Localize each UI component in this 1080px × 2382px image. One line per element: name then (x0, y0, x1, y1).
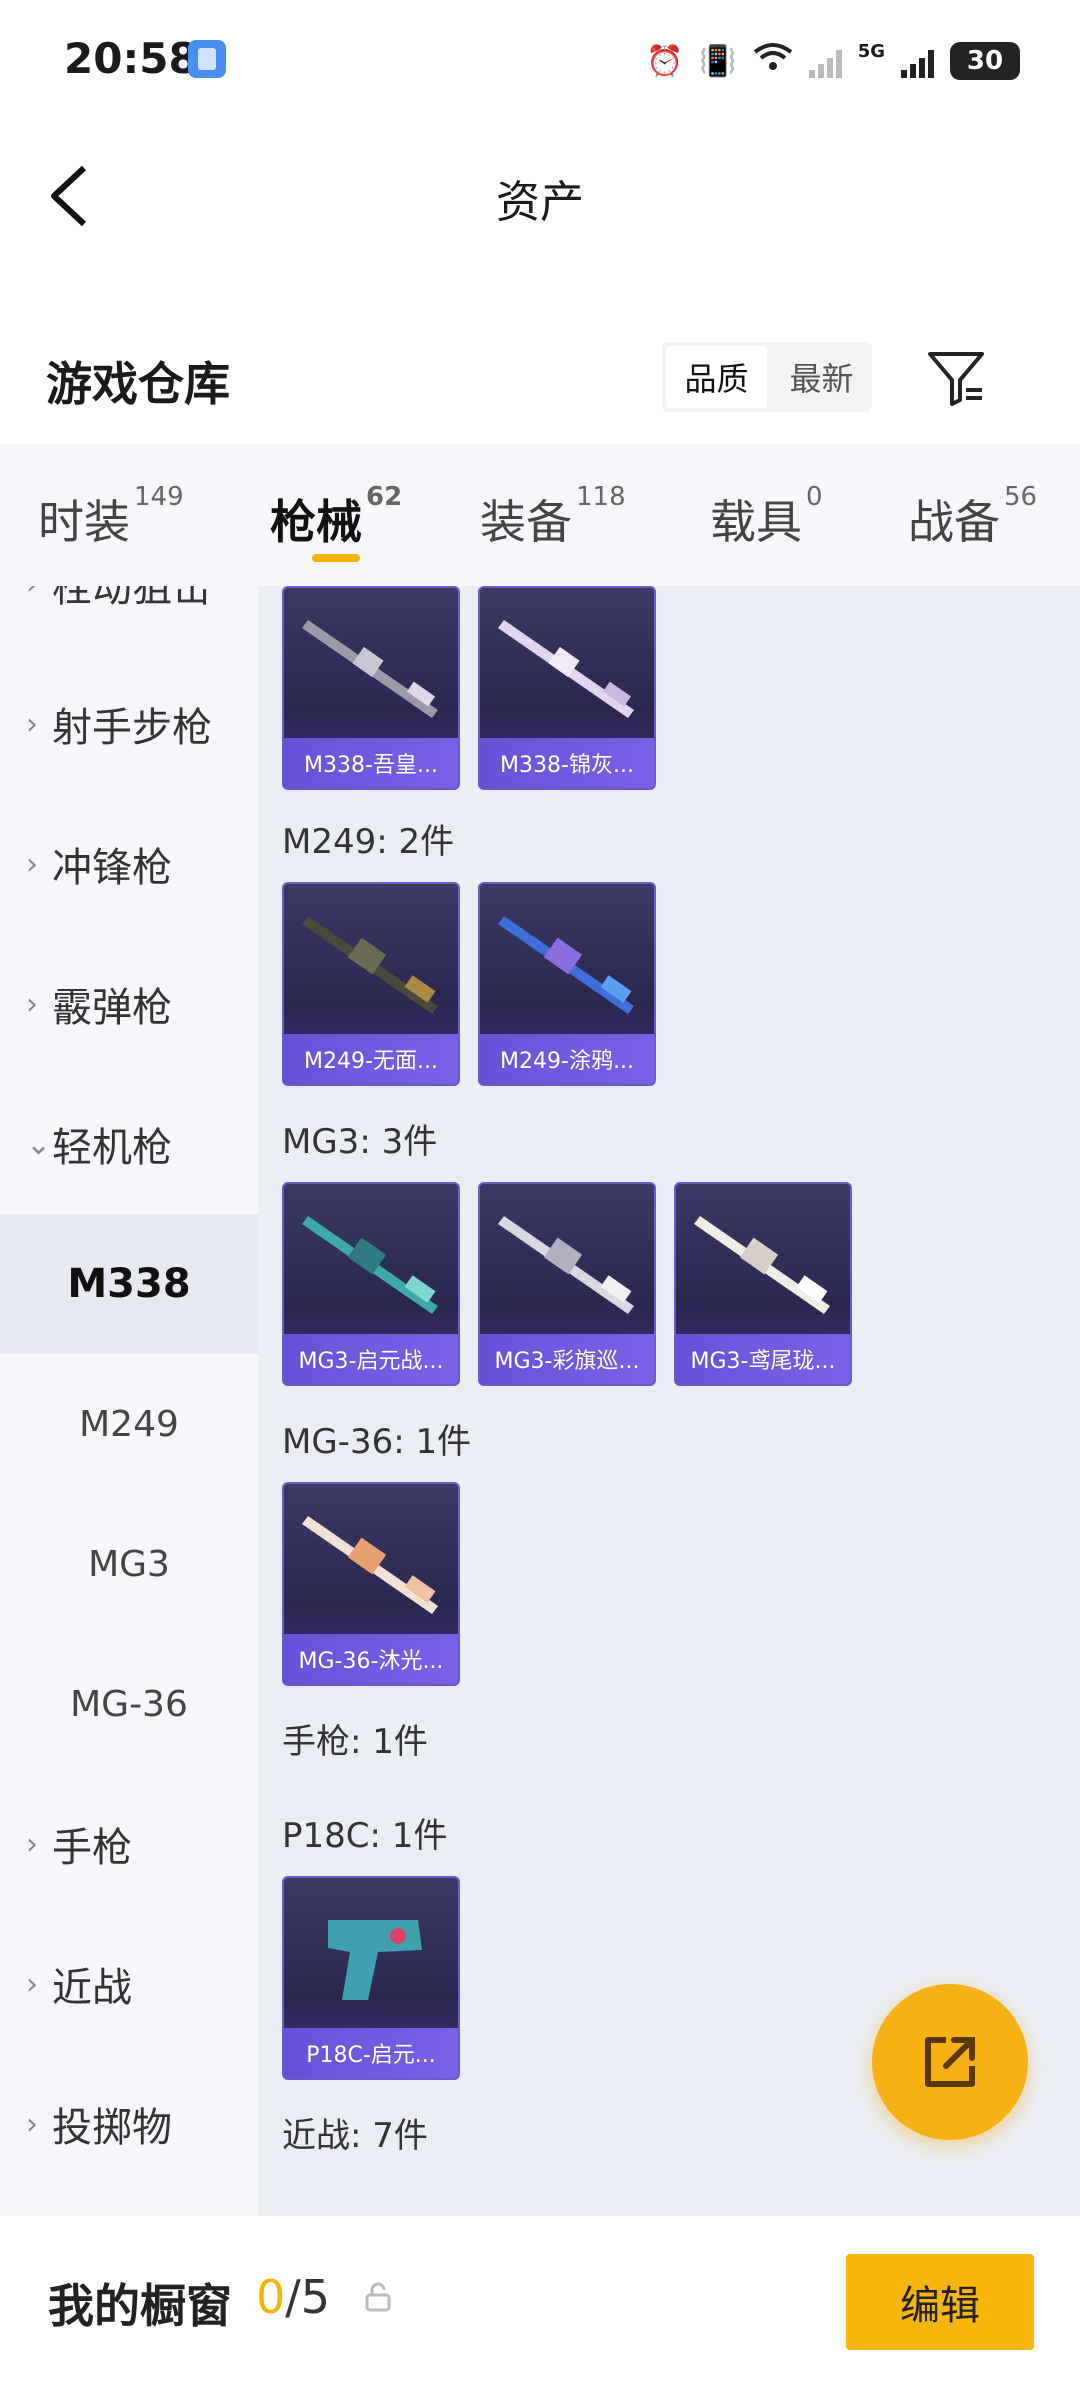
page-title: 资产 (496, 177, 584, 228)
tab-vehicles[interactable]: 载具 0 (710, 482, 823, 552)
sidebar-item-smg[interactable]: › 冲锋枪 (0, 794, 258, 934)
nav-bar: 资产 (0, 140, 1080, 250)
tab-supplies[interactable]: 战备 56 (908, 482, 1037, 552)
weapon-image-icon (694, 1216, 830, 1314)
sidebar-item-marksman[interactable]: › 射手步枪 (0, 654, 258, 794)
signal-2-icon (901, 44, 934, 78)
chevron-right-icon: › (26, 846, 38, 882)
chevron-right-icon: › (26, 986, 38, 1022)
group-label-mg36: MG-36: 1件 (282, 1422, 472, 1462)
weapon-image-icon (302, 1516, 438, 1614)
vibrate-icon: 📳 (699, 43, 737, 79)
sidebar-subitem-mg36[interactable]: MG-36 (0, 1634, 258, 1774)
app-notification-icon (188, 40, 226, 78)
weapon-image-icon (498, 1216, 634, 1314)
sidebar-item-shotgun[interactable]: › 霰弹枪 (0, 934, 258, 1074)
tab-equipment[interactable]: 装备 118 (480, 482, 626, 552)
sidebar-item-pistol[interactable]: › 手枪 (0, 1774, 258, 1914)
sidebar-item-melee[interactable]: › 近战 (0, 1914, 258, 2054)
weapon-card[interactable]: MG3-启元战... (282, 1182, 460, 1386)
weapon-image-icon (498, 620, 634, 718)
weapon-image-icon (328, 1920, 422, 2000)
external-link-icon (925, 2037, 975, 2087)
weapon-card[interactable]: M249-无面... (282, 882, 460, 1086)
category-tabs: 时装 149 枪械 62 装备 118 载具 0 战备 56 (0, 444, 1080, 586)
weapon-card[interactable]: M249-涂鸦... (478, 882, 656, 1086)
weapon-card[interactable]: MG-36-沐光... (282, 1482, 460, 1686)
group-label-melee: 近战: 7件 (282, 2116, 428, 2156)
sidebar-subitem-m338[interactable]: M338 (0, 1214, 258, 1354)
active-tab-indicator (312, 554, 360, 562)
filter-icon (928, 352, 984, 406)
sort-quality-button[interactable]: 品质 (666, 346, 767, 408)
chevron-down-icon: ⌄ (26, 1126, 52, 1162)
sidebar-item-lmg[interactable]: ⌄ 轻机枪 (0, 1074, 258, 1214)
sidebar-subitem-mg3[interactable]: MG3 (0, 1494, 258, 1634)
status-bar: 20:58 ⏰ 📳 5G 30 (0, 0, 1080, 120)
bottom-bar: 我的橱窗 0/5 编辑 (0, 2216, 1080, 2382)
chevron-right-icon: › (26, 1966, 38, 2002)
chevron-right-icon: › (26, 586, 52, 602)
group-label-mg3: MG3: 3件 (282, 1122, 438, 1162)
weapon-card[interactable]: MG3-鸢尾珑... (674, 1182, 852, 1386)
weapon-card[interactable]: P18C-启元... (282, 1876, 460, 2080)
group-label-m249: M249: 2件 (282, 822, 455, 862)
signal-1-icon (808, 44, 842, 78)
group-label-pistol: 手枪: 1件 (282, 1722, 428, 1762)
chevron-right-icon: › (26, 1826, 38, 1862)
weapon-image-icon (302, 916, 438, 1014)
sidebar-item-throwable[interactable]: › 投掷物 (0, 2054, 258, 2194)
status-icons: ⏰ 📳 5G 30 (646, 36, 1020, 86)
network-type-label: 5G (857, 40, 885, 62)
share-fab-button[interactable] (872, 1984, 1028, 2140)
status-time: 20:58 (64, 34, 198, 83)
weapon-card[interactable]: M338-锦灰... (478, 586, 656, 790)
sidebar-subitem-m249[interactable]: M249 (0, 1354, 258, 1494)
lock-icon (365, 2282, 391, 2312)
edit-button[interactable]: 编辑 (846, 2254, 1034, 2350)
battery-icon: 30 (950, 42, 1020, 80)
sort-newest-button[interactable]: 最新 (771, 342, 872, 412)
weapon-image-icon (302, 620, 438, 718)
weapon-grid: M338-吾皇... M338-锦灰... M249: 2件 M249-无面..… (258, 586, 1080, 2216)
weapon-sidebar: ›栓动狙击 ›射手步枪 ›冲锋枪 ›霰弹枪 ⌄轻机枪 M338 M249 MG3… (0, 586, 258, 2216)
showcase-count: 0/5 (256, 2270, 331, 2324)
wifi-icon (753, 40, 793, 82)
warehouse-title: 游戏仓库 (46, 357, 230, 411)
weapon-card[interactable]: M338-吾皇... (282, 586, 460, 790)
chevron-right-icon: › (26, 706, 38, 742)
group-label-p18c: P18C: 1件 (282, 1816, 448, 1856)
warehouse-header: 游戏仓库 品质 最新 (0, 330, 1080, 430)
sort-toggle: 品质 最新 (662, 342, 872, 412)
sidebar-item-bolt-sniper[interactable]: ›栓动狙击 (0, 586, 258, 654)
alarm-icon: ⏰ (645, 43, 684, 79)
tab-firearms[interactable]: 枪械 62 (270, 482, 402, 552)
filter-button[interactable] (924, 346, 988, 410)
weapon-card[interactable]: MG3-彩旗巡... (478, 1182, 656, 1386)
showcase-title: 我的橱窗 (48, 2279, 232, 2333)
weapon-image-icon (498, 916, 634, 1014)
chevron-right-icon: › (26, 2106, 38, 2142)
weapon-image-icon (302, 1216, 438, 1314)
tab-fashion[interactable]: 时装 149 (38, 482, 184, 552)
